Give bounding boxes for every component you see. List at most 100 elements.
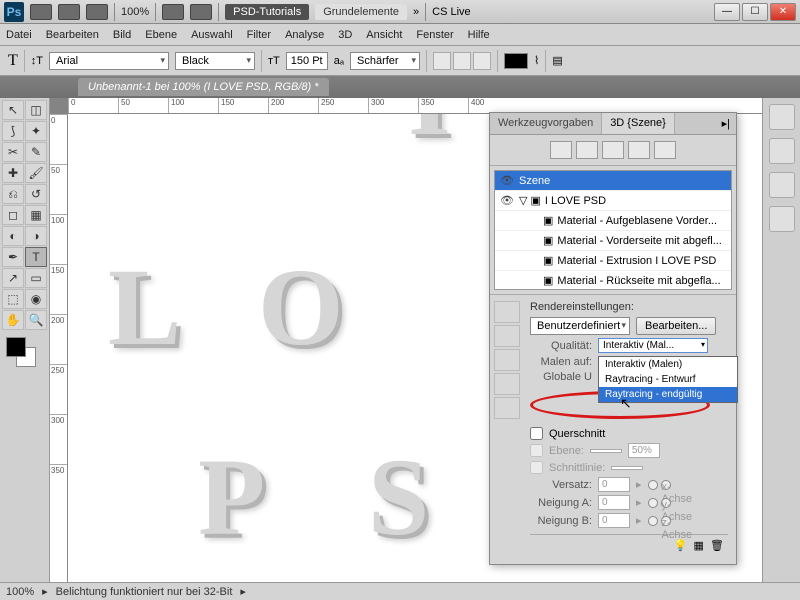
type-tool[interactable]: T <box>25 247 47 267</box>
minimize-button[interactable]: — <box>714 3 740 21</box>
3d-roll-icon[interactable] <box>494 325 520 347</box>
align-group[interactable] <box>433 52 491 70</box>
menu-bild[interactable]: Bild <box>113 29 131 41</box>
maximize-button[interactable]: ☐ <box>742 3 768 21</box>
tab-3d-scene[interactable]: 3D {Szene} <box>602 113 675 134</box>
cutline-checkbox <box>530 461 543 474</box>
3d-cam-tool[interactable]: ◉ <box>25 289 47 309</box>
antialias-dropdown[interactable]: Schärfer <box>350 52 420 70</box>
3d-scale-icon[interactable] <box>494 397 520 419</box>
scene-material[interactable]: ▣ Material - Extrusion I LOVE PSD <box>495 251 731 271</box>
3d-tool[interactable]: ⬚ <box>2 289 24 309</box>
font-weight-dropdown[interactable]: Black <box>175 52 255 70</box>
panel-menu-icon[interactable]: ▸| <box>716 113 736 134</box>
crop-tool[interactable]: ✂ <box>2 142 24 162</box>
font-family-dropdown[interactable]: Arial <box>49 52 169 70</box>
cslive-label[interactable]: CS Live <box>432 6 471 18</box>
tab-tool-presets[interactable]: Werkzeugvorgaben <box>490 113 602 134</box>
pen-tool[interactable]: ✒ <box>2 247 24 267</box>
filter-light2-icon[interactable] <box>654 141 676 159</box>
eye-icon[interactable]: 👁 <box>499 194 515 207</box>
aa-icon: aₐ <box>334 55 344 67</box>
swatches-panel-icon[interactable] <box>769 138 795 164</box>
scene-tree[interactable]: 👁Szene 👁▽ ▣ I LOVE PSD ▣ Material - Aufg… <box>494 170 732 290</box>
render-icon[interactable]: ▦ <box>694 540 704 552</box>
bridge-icon[interactable] <box>30 4 52 20</box>
workspace-sub[interactable]: Grundelemente <box>315 4 407 20</box>
expand-icon[interactable]: » <box>413 6 419 18</box>
menu-ansicht[interactable]: Ansicht <box>366 29 402 41</box>
quality-option[interactable]: Raytracing - Entwurf <box>599 372 737 387</box>
3d-slide-icon[interactable] <box>494 373 520 395</box>
eyedropper-tool[interactable]: ✎ <box>25 142 47 162</box>
menu-3d[interactable]: 3D <box>338 29 352 41</box>
wand-tool[interactable]: ✦ <box>25 121 47 141</box>
scene-root[interactable]: 👁Szene <box>495 171 731 191</box>
close-button[interactable]: ✕ <box>770 3 796 21</box>
menu-analyse[interactable]: Analyse <box>285 29 324 41</box>
scene-material[interactable]: ▣ Material - Vorderseite mit abgefl... <box>495 231 731 251</box>
quality-option[interactable]: Raytracing - endgültig <box>599 387 737 402</box>
scene-material[interactable]: ▣ Material - Rückseite mit abgefla... <box>495 271 731 290</box>
dodge-tool[interactable]: ◑ <box>25 226 47 246</box>
3d-rotate-icon[interactable] <box>494 301 520 323</box>
scene-object[interactable]: 👁▽ ▣ I LOVE PSD <box>495 191 731 211</box>
light-toggle-icon[interactable]: 💡 <box>674 540 688 552</box>
filter-mat-icon[interactable] <box>602 141 624 159</box>
filter-mesh-icon[interactable] <box>576 141 598 159</box>
arrange-icon[interactable] <box>190 4 212 20</box>
cross-section-checkbox[interactable] <box>530 427 543 440</box>
stamp-tool[interactable]: ⎌ <box>2 184 24 204</box>
screen-mode-icon[interactable] <box>162 4 184 20</box>
shape-tool[interactable]: ▭ <box>25 268 47 288</box>
quality-dropdown[interactable]: Interaktiv (Mal... <box>598 338 708 353</box>
menu-bearbeiten[interactable]: Bearbeiten <box>46 29 99 41</box>
gradient-tool[interactable]: ▦ <box>25 205 47 225</box>
brush-tool[interactable]: 🖌 <box>25 163 47 183</box>
status-bar: 100% ▸ Belichtung funktioniert nur bei 3… <box>0 582 800 600</box>
menu-fenster[interactable]: Fenster <box>416 29 453 41</box>
menu-auswahl[interactable]: Auswahl <box>191 29 233 41</box>
move-tool[interactable]: ↖ <box>2 100 24 120</box>
document-tab[interactable]: Unbenannt-1 bei 100% (I LOVE PSD, RGB/8)… <box>78 78 329 96</box>
color-swatches[interactable] <box>2 337 47 367</box>
menubar: Datei Bearbeiten Bild Ebene Auswahl Filt… <box>0 24 800 46</box>
filter-all-icon[interactable] <box>550 141 572 159</box>
path-tool[interactable]: ↗ <box>2 268 24 288</box>
adjust-panel-icon[interactable] <box>769 172 795 198</box>
warp-icon[interactable]: ⌇ <box>534 54 539 67</box>
heal-tool[interactable]: ✚ <box>2 163 24 183</box>
menu-ebene[interactable]: Ebene <box>145 29 177 41</box>
hand-tool[interactable]: ✋ <box>2 310 24 330</box>
type-tool-icon: T <box>8 52 18 70</box>
quality-option[interactable]: Interaktiv (Malen) <box>599 357 737 372</box>
options-bar: T ↕T Arial Black тT 150 Pt aₐ Schärfer ⌇… <box>0 46 800 76</box>
menu-hilfe[interactable]: Hilfe <box>468 29 490 41</box>
blur-tool[interactable]: ◐ <box>2 226 24 246</box>
zoom-level[interactable]: 100% <box>121 6 149 18</box>
eraser-tool[interactable]: ◻ <box>2 205 24 225</box>
lasso-tool[interactable]: ⟆ <box>2 121 24 141</box>
filter-light-icon[interactable] <box>628 141 650 159</box>
mini-bridge-icon[interactable] <box>58 4 80 20</box>
history-tool[interactable]: ↺ <box>25 184 47 204</box>
workspace-label[interactable]: PSD-Tutorials <box>225 4 309 20</box>
status-zoom[interactable]: 100% <box>6 586 34 598</box>
zoom-tool[interactable]: 🔍 <box>25 310 47 330</box>
layers-panel-icon[interactable] <box>769 206 795 232</box>
orientation-icon[interactable]: ↕T <box>31 55 43 67</box>
color-panel-icon[interactable] <box>769 104 795 130</box>
edit-button[interactable]: Bearbeiten... <box>636 317 716 335</box>
menu-datei[interactable]: Datei <box>6 29 32 41</box>
extras-icon[interactable] <box>86 4 108 20</box>
menu-filter[interactable]: Filter <box>247 29 271 41</box>
3d-pan-icon[interactable] <box>494 349 520 371</box>
render-preset-dropdown[interactable]: Benutzerdefiniert <box>530 317 630 335</box>
panel-toggle-icon[interactable]: ▤ <box>552 54 562 67</box>
eye-icon[interactable]: 👁 <box>499 174 515 187</box>
marquee-tool[interactable]: ◫ <box>25 100 47 120</box>
text-color-swatch[interactable] <box>504 53 528 69</box>
scene-material[interactable]: ▣ Material - Aufgeblasene Vorder... <box>495 211 731 231</box>
font-size-field[interactable]: 150 Pt <box>286 52 328 70</box>
trash-icon[interactable]: 🗑 <box>710 540 724 552</box>
